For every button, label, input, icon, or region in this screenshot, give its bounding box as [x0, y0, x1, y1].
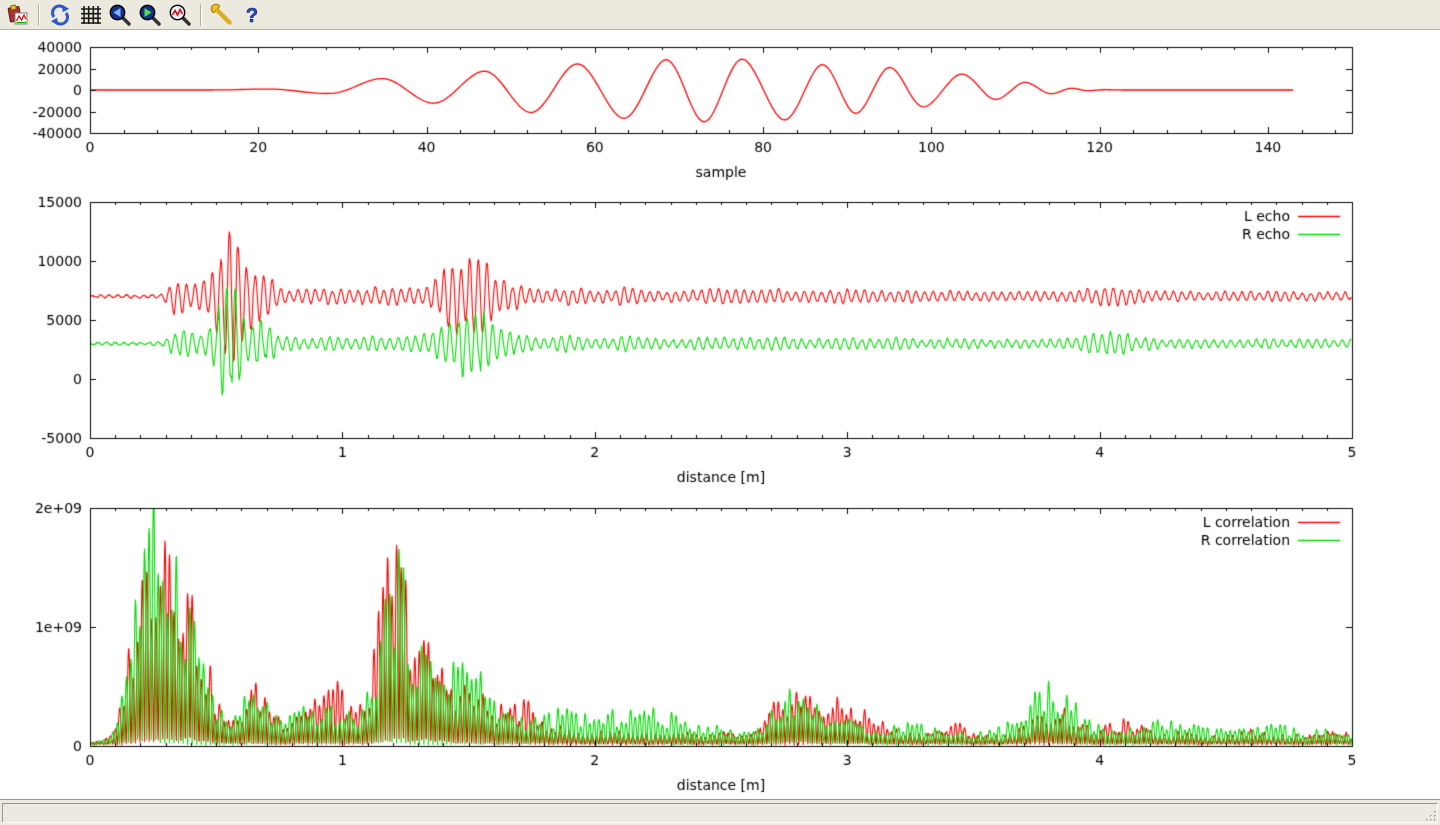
grid-icon — [78, 3, 102, 27]
replot-button[interactable] — [47, 2, 73, 28]
toolbar: ? — [0, 0, 1440, 30]
toggle-grid-button[interactable] — [77, 2, 103, 28]
status-message — [2, 803, 1438, 823]
copy-to-clipboard-button[interactable] — [5, 2, 31, 28]
toolbar-separator — [200, 4, 202, 26]
refresh-icon — [48, 3, 72, 27]
wrench-icon — [210, 3, 234, 27]
plot-canvas[interactable] — [0, 0, 1440, 799]
next-zoom-button[interactable] — [137, 2, 163, 28]
zoom-reset-icon — [168, 3, 192, 27]
resize-grip[interactable] — [1424, 809, 1438, 823]
configure-button[interactable] — [209, 2, 235, 28]
previous-zoom-button[interactable] — [107, 2, 133, 28]
status-bar — [0, 799, 1440, 825]
zoom-previous-icon — [108, 3, 132, 27]
svg-text:?: ? — [246, 5, 258, 27]
toolbar-separator — [38, 4, 40, 26]
apply-autoscale-button[interactable] — [167, 2, 193, 28]
help-button[interactable]: ? — [239, 2, 265, 28]
copy-clipboard-icon — [6, 3, 30, 27]
help-icon: ? — [240, 3, 264, 27]
zoom-next-icon — [138, 3, 162, 27]
